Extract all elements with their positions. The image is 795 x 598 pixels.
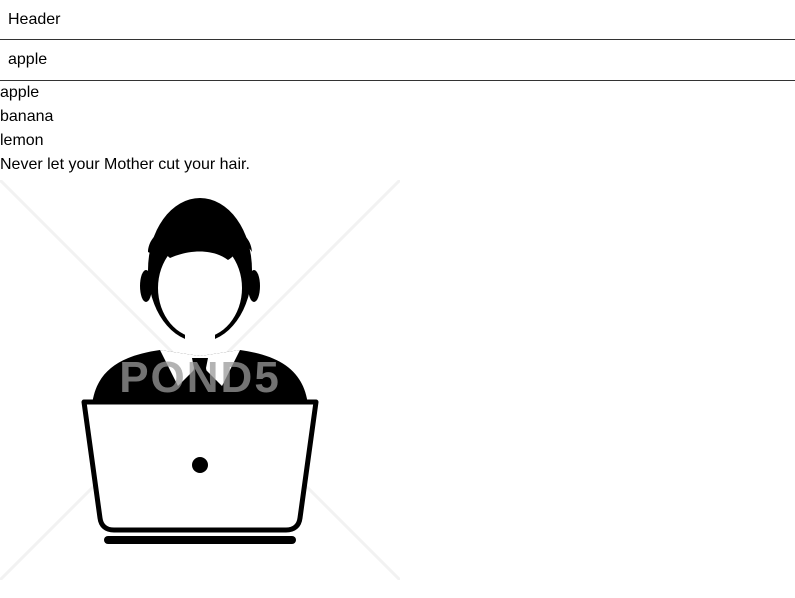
search-input[interactable]: [8, 40, 787, 80]
list-item: apple: [0, 84, 40, 101]
quote-text: Never let your Mother cut your hair.: [0, 156, 250, 173]
list-item: banana: [0, 108, 54, 125]
header: Header: [0, 0, 795, 40]
list-item: lemon: [0, 132, 44, 149]
search-row: [0, 40, 795, 81]
svg-text:POND5: POND5: [119, 353, 281, 402]
person-with-laptop-icon: POND5: [0, 180, 400, 580]
fruit-list: apple banana lemon: [0, 81, 795, 153]
person-laptop-image: POND5: [0, 180, 400, 580]
